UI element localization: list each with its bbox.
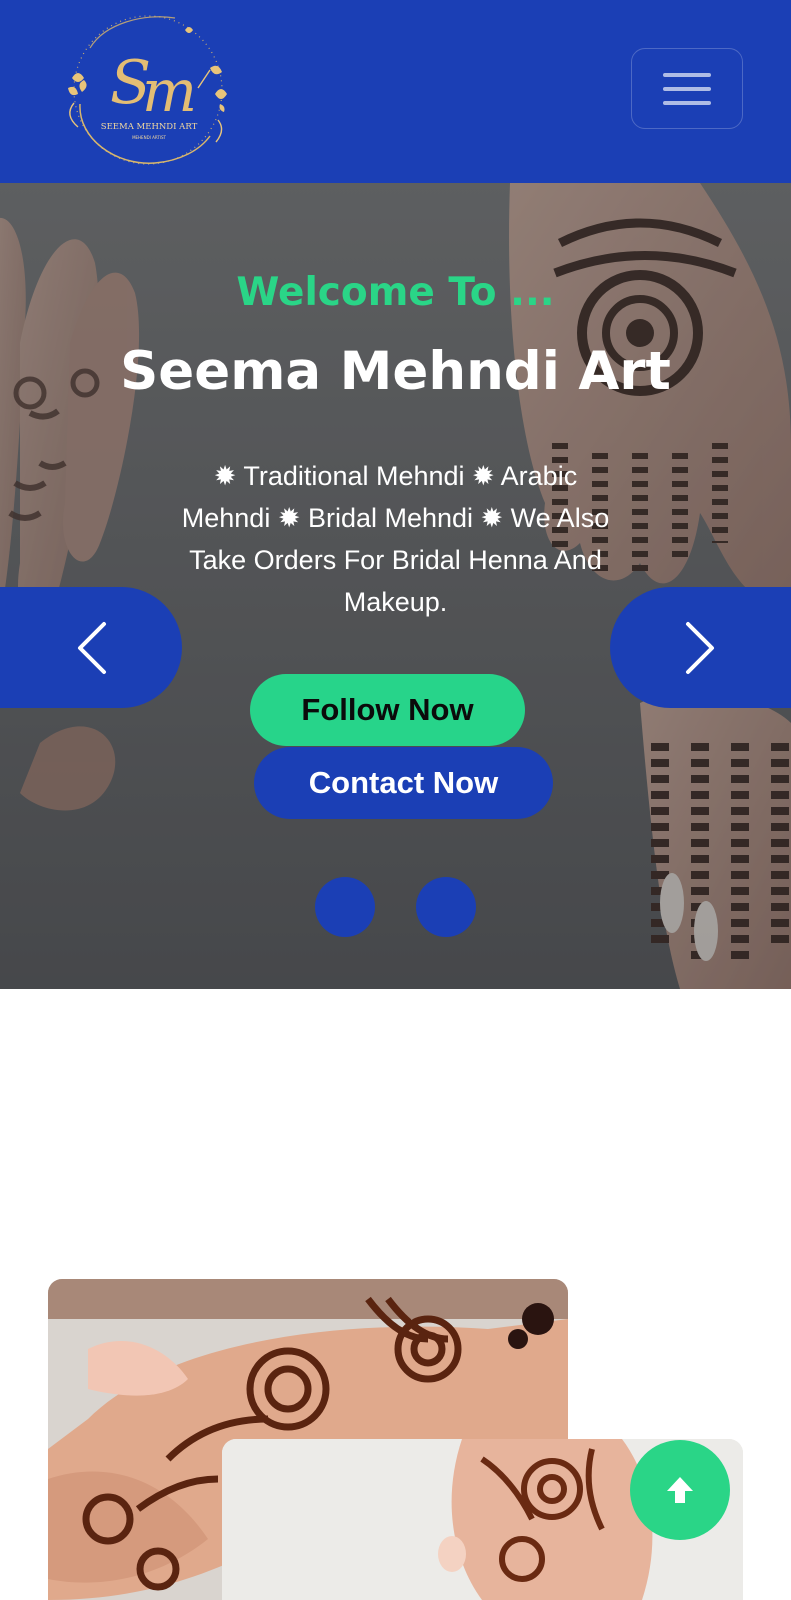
carousel-indicator-1[interactable]	[315, 877, 375, 937]
hamburger-icon-line	[663, 86, 711, 91]
site-logo[interactable]: S m SEEMA MEHNDI ART MEHENDI ARTIST	[60, 8, 238, 173]
contact-now-button[interactable]: Contact Now	[254, 747, 553, 819]
carousel-next-button[interactable]	[610, 587, 791, 708]
back-to-top-button[interactable]	[630, 1440, 730, 1540]
carousel-indicator-2[interactable]	[416, 877, 476, 937]
hero-carousel: Welcome To ... Seema Mehndi Art ✹ Tradit…	[0, 183, 791, 989]
follow-now-button[interactable]: Follow Now	[250, 674, 525, 746]
svg-text:m: m	[142, 57, 197, 125]
site-header: S m SEEMA MEHNDI ART MEHENDI ARTIST	[0, 0, 791, 183]
hero-description: ✹ Traditional Mehndi ✹ Arabic Mehndi ✹ B…	[181, 461, 610, 617]
carousel-prev-button[interactable]	[0, 587, 182, 708]
hero-welcome-text: Welcome To ...	[236, 270, 555, 315]
menu-toggle-button[interactable]	[631, 48, 743, 129]
floral-wreath-logo-icon: S m SEEMA MEHNDI ART MEHENDI ARTIST	[68, 15, 227, 165]
hamburger-icon	[663, 72, 711, 77]
chevron-right-icon	[685, 621, 714, 674]
svg-text:MEHENDI ARTIST: MEHENDI ARTIST	[132, 135, 166, 140]
svg-text:SEEMA MEHNDI ART: SEEMA MEHNDI ART	[101, 122, 198, 132]
hero-title: Seema Mehndi Art	[120, 341, 671, 402]
chevron-left-icon	[78, 621, 106, 674]
arrow-up-icon	[667, 1477, 693, 1503]
hamburger-icon-line	[663, 100, 711, 105]
